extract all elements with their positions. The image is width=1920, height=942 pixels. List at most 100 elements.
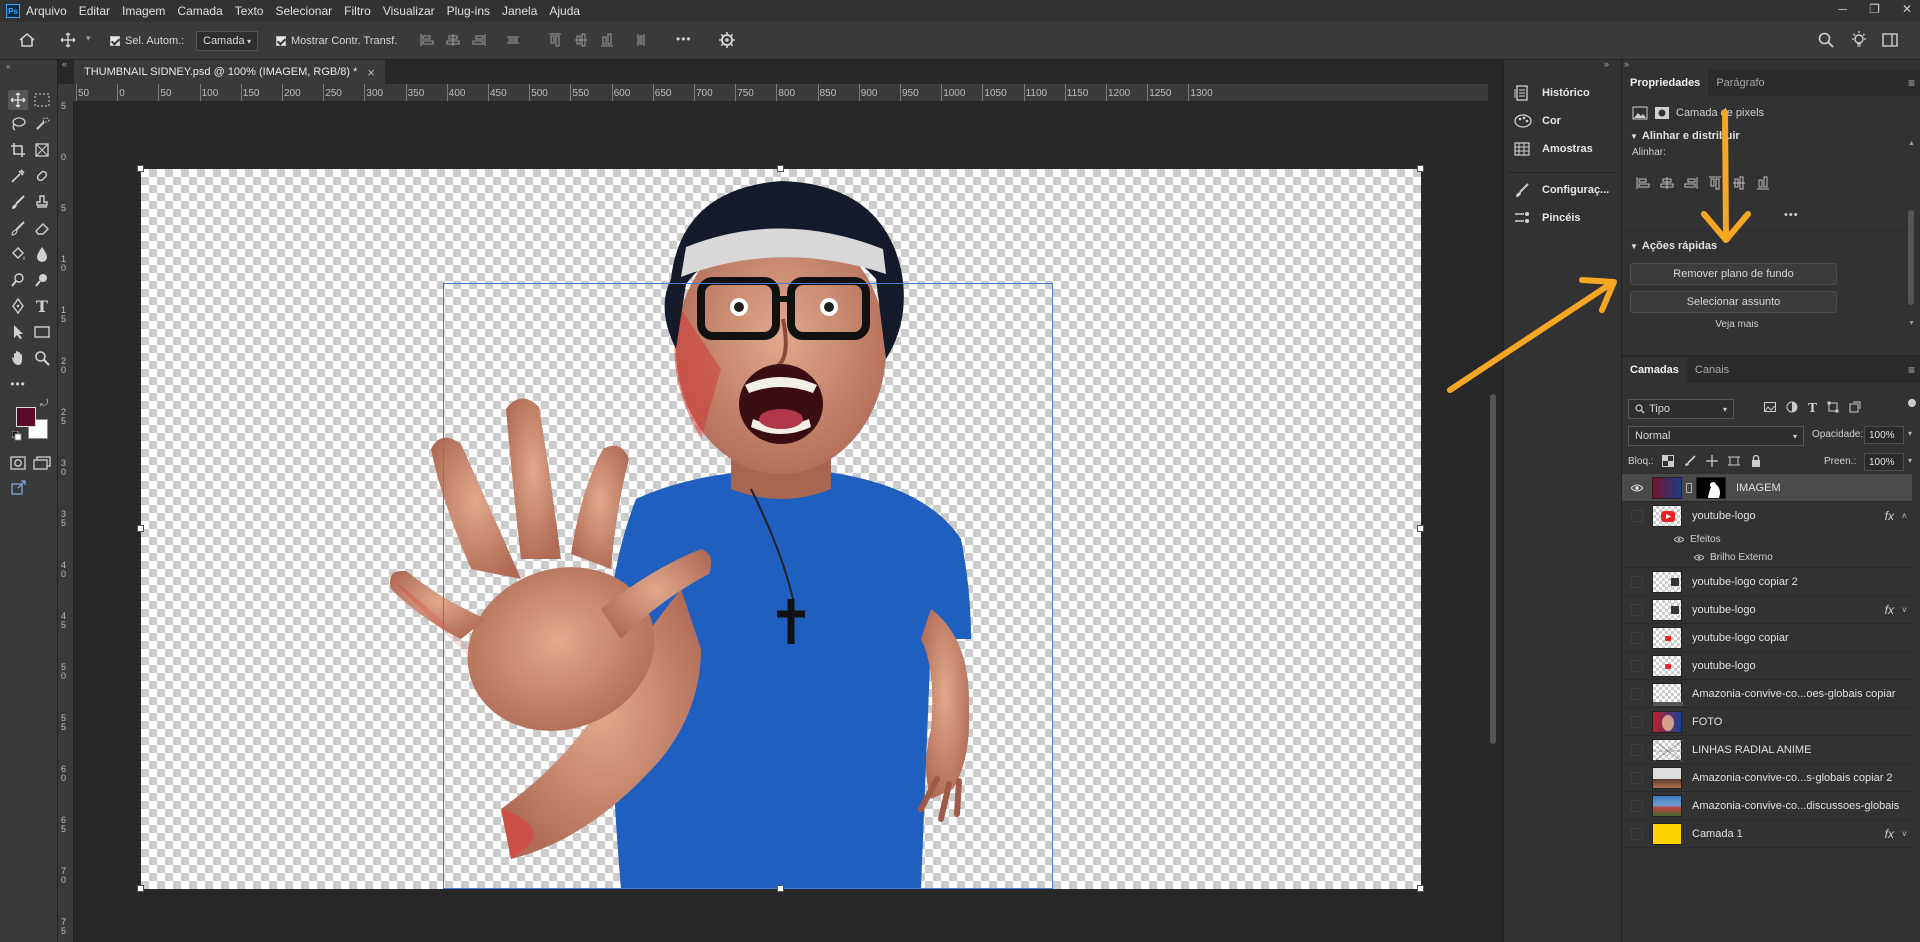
- type-tool[interactable]: T: [32, 296, 52, 316]
- layer-name[interactable]: LINHAS RADIAL ANIME: [1692, 744, 1811, 756]
- layer-filter-dropdown[interactable]: Tipo ▾: [1628, 399, 1734, 419]
- tab-canais[interactable]: Canais: [1687, 357, 1737, 383]
- blend-mode-dropdown[interactable]: Normal ▾: [1628, 426, 1804, 446]
- align-left-edges-icon[interactable]: [1636, 176, 1650, 190]
- align-top-icon[interactable]: [548, 33, 562, 47]
- layer-name[interactable]: youtube-logo copiar 2: [1692, 576, 1798, 588]
- layer-row[interactable]: youtube-logo fx ˄: [1622, 502, 1912, 530]
- visibility-toggle[interactable]: [1630, 631, 1644, 645]
- show-transform-checkbox[interactable]: [276, 36, 286, 46]
- layer-row[interactable]: youtube-logo fx ˅: [1622, 596, 1912, 624]
- scroll-down-icon[interactable]: ▼: [1908, 320, 1915, 327]
- screen-mode-icon[interactable]: [32, 453, 52, 473]
- hand-tool[interactable]: [8, 348, 28, 368]
- menu-imagem[interactable]: Imagem: [122, 4, 165, 18]
- filter-smart-object-icon[interactable]: [1849, 401, 1861, 415]
- layer-row[interactable]: youtube-logo copiar: [1622, 624, 1912, 652]
- eyedropper-tool[interactable]: [8, 166, 28, 186]
- menu-editar[interactable]: Editar: [79, 4, 110, 18]
- frame-tool[interactable]: [32, 140, 52, 160]
- canvas-vertical-scrollbar[interactable]: [1488, 84, 1498, 942]
- visibility-toggle[interactable]: [1630, 509, 1644, 523]
- align-h-centers-icon[interactable]: [1660, 176, 1674, 190]
- blur-tool[interactable]: [32, 244, 52, 264]
- filter-type-icon[interactable]: T: [1808, 401, 1817, 415]
- distribute-v-icon[interactable]: [634, 33, 648, 47]
- lock-position-icon[interactable]: [1706, 455, 1718, 467]
- align-more-icon[interactable]: •••: [1784, 209, 1799, 221]
- document-canvas[interactable]: [137, 165, 1424, 892]
- visibility-toggle[interactable]: [1630, 575, 1644, 589]
- chevron-up-icon[interactable]: ˄: [1902, 511, 1907, 521]
- layer-row[interactable]: LINHAS RADIAL ANIME: [1622, 736, 1912, 764]
- distribute-icon[interactable]: [506, 33, 520, 47]
- effects-eye-icon[interactable]: [1674, 536, 1684, 543]
- visibility-toggle[interactable]: [1630, 715, 1644, 729]
- transform-handle-bl[interactable]: [137, 885, 144, 892]
- scroll-up-icon[interactable]: ▲: [1908, 140, 1915, 147]
- quick-mask-icon[interactable]: [8, 453, 28, 473]
- layer-name[interactable]: youtube-logo: [1692, 660, 1756, 672]
- layer-name[interactable]: FOTO: [1692, 716, 1722, 728]
- layer-name[interactable]: youtube-logo copiar: [1692, 632, 1789, 644]
- panel-configuracoes[interactable]: Configuraç...: [1514, 179, 1609, 201]
- visibility-toggle[interactable]: [1630, 799, 1644, 813]
- panel-amostras[interactable]: Amostras: [1514, 138, 1593, 160]
- select-subject-button[interactable]: Selecionar assunto: [1630, 291, 1837, 313]
- paint-bucket-tool[interactable]: [8, 244, 28, 264]
- menu-filtro[interactable]: Filtro: [344, 4, 371, 18]
- panel-cor[interactable]: Cor: [1514, 110, 1561, 132]
- fill-input[interactable]: 100%: [1864, 453, 1904, 471]
- outer-glow-effect-row[interactable]: Brilho Externo: [1694, 548, 1773, 566]
- default-colors-icon[interactable]: [12, 431, 22, 441]
- close-window-icon[interactable]: ✕: [1902, 2, 1912, 16]
- visibility-toggle[interactable]: [1630, 771, 1644, 785]
- filter-pixel-icon[interactable]: [1764, 401, 1776, 415]
- align-bottom-icon[interactable]: [600, 33, 614, 47]
- tab-propriedades[interactable]: Propriedades: [1622, 70, 1709, 96]
- layer-name[interactable]: youtube-logo: [1692, 510, 1756, 522]
- zoom-tool[interactable]: [32, 348, 52, 368]
- foreground-color-swatch-front[interactable]: [16, 407, 36, 427]
- opacity-dropdown-icon[interactable]: ▾: [1908, 429, 1912, 438]
- quick-select-tool[interactable]: [32, 114, 52, 134]
- auto-select-toggle[interactable]: Sel. Autom.:: [110, 30, 184, 52]
- filter-shape-icon[interactable]: [1827, 401, 1839, 415]
- menu-arquivo[interactable]: Arquivo: [26, 4, 67, 18]
- move-tool-icon[interactable]: [60, 32, 76, 48]
- filter-adjustment-icon[interactable]: [1786, 401, 1798, 415]
- minimize-icon[interactable]: ─: [1839, 2, 1848, 16]
- lock-pixels-icon[interactable]: [1684, 455, 1696, 467]
- history-brush-tool[interactable]: [8, 218, 28, 238]
- outer-glow-eye-icon[interactable]: [1694, 554, 1704, 561]
- tab-paragrafo[interactable]: Parágrafo: [1708, 70, 1772, 96]
- menu-janela[interactable]: Janela: [502, 4, 537, 18]
- fill-dropdown-icon[interactable]: ▾: [1908, 456, 1912, 465]
- layer-fx-icon[interactable]: fx: [1885, 509, 1894, 523]
- layer-row[interactable]: youtube-logo copiar 2: [1622, 568, 1912, 596]
- properties-scrollbar[interactable]: ▲ ▼: [1907, 140, 1915, 330]
- lock-all-icon[interactable]: [1750, 455, 1762, 467]
- layer-effects-row[interactable]: Efeitos: [1674, 530, 1721, 548]
- panel-historico[interactable]: Histórico: [1514, 82, 1590, 104]
- tab-camadas[interactable]: Camadas: [1622, 357, 1687, 383]
- transform-handle-bc[interactable]: [777, 885, 784, 892]
- menu-plugins[interactable]: Plug-ins: [447, 4, 490, 18]
- layers-menu-icon[interactable]: ≡: [1908, 363, 1915, 377]
- align-top-edges-icon[interactable]: [1708, 176, 1722, 190]
- panel-menu-icon[interactable]: ≡: [1908, 76, 1915, 90]
- align-left-icon[interactable]: [420, 33, 434, 47]
- visibility-toggle[interactable]: [1630, 687, 1644, 701]
- transform-handle-ml[interactable]: [137, 525, 144, 532]
- layer-fx-icon[interactable]: fx: [1885, 603, 1894, 617]
- transform-handle-tl[interactable]: [137, 165, 144, 172]
- remove-background-button[interactable]: Remover plano de fundo: [1630, 263, 1837, 285]
- panel-pinceis[interactable]: Pincéis: [1514, 207, 1581, 229]
- layer-name[interactable]: youtube-logo: [1692, 604, 1756, 616]
- properties-scroll-thumb[interactable]: [1908, 210, 1914, 305]
- menu-selecionar[interactable]: Selecionar: [275, 4, 332, 18]
- layer-name[interactable]: IMAGEM: [1736, 482, 1781, 494]
- scrollbar-thumb[interactable]: [1490, 394, 1496, 744]
- menu-camada[interactable]: Camada: [177, 4, 222, 18]
- layer-fx-icon[interactable]: fx: [1885, 827, 1894, 841]
